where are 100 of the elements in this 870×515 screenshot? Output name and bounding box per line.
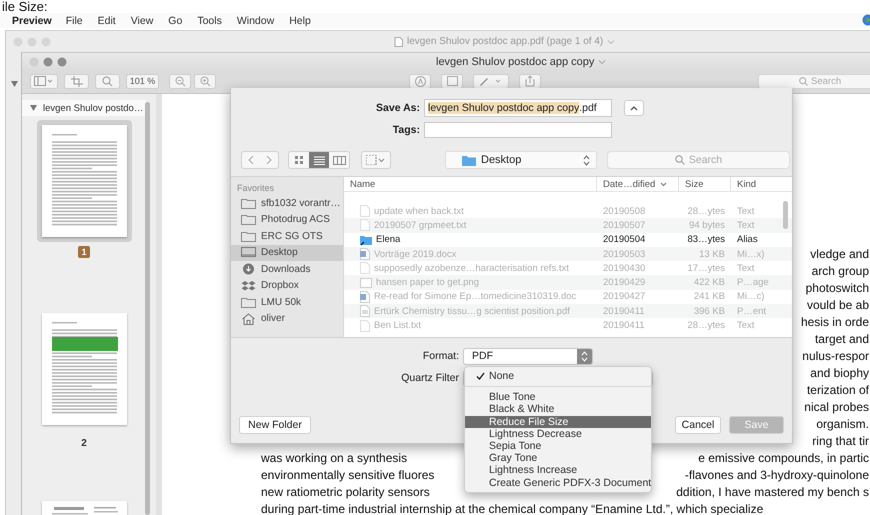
grid-icon [366,155,386,165]
document-text: hesis in orde [800,314,869,331]
share-button[interactable] [519,74,541,88]
menu-item[interactable]: Tools [197,14,222,26]
scrollbar[interactable] [783,201,788,229]
search-placeholder: Search [688,154,722,166]
favorite-item[interactable]: Dropbox [231,278,343,294]
file-date: 20190508 [602,206,646,217]
favorite-item[interactable]: Desktop [231,244,343,261]
zoom-out-button[interactable] [169,74,191,88]
markup-button[interactable] [409,74,431,88]
document-text: new ratiometric polarity sensors [261,484,430,501]
menu-item[interactable]: Window [236,14,274,26]
menu-item[interactable]: Edit [98,14,116,26]
list-view-button[interactable] [309,152,329,168]
format-popup[interactable]: PDF [463,348,593,364]
menu-item[interactable]: Reduce File Size [465,416,651,428]
document-text: terization of [806,382,869,399]
menu-item[interactable]: Lightness Decrease [465,428,651,440]
menu-item[interactable]: Go [168,14,182,26]
zoom-button[interactable] [95,74,120,88]
file-date: 20190411 [602,320,646,332]
column-header[interactable]: Date…dified [597,177,679,191]
zoom-in-button[interactable] [194,74,216,88]
scrollbar[interactable] [145,102,150,515]
sidebar-toggle-button[interactable] [30,74,58,88]
document-text: nulus-respor [802,348,869,365]
menu-item[interactable]: Create Generic PDFX-3 Document [465,476,651,489]
file-kind: P…ent [736,306,768,317]
view-mode-control[interactable] [288,151,350,169]
favorite-item[interactable]: Photodrug ACS [231,212,343,228]
markup-icon [414,76,426,86]
field-label: Tags: [392,124,420,136]
menu-item[interactable]: None [465,370,651,382]
folder-icon [241,198,256,209]
window-controls-icon[interactable] [29,57,69,67]
expand-button[interactable] [624,100,644,116]
file-kind: Text [736,220,756,231]
chevron-icon[interactable] [607,38,616,44]
filename-field[interactable]: levgen Shulov postdoc app copy.pdf [424,99,612,117]
menu-item[interactable]: Gray Tone [465,452,651,464]
rectangle-button[interactable] [441,74,463,88]
location-popup[interactable]: Desktop [445,151,597,169]
stepper-icon [581,350,588,362]
page-thumbnail[interactable] [36,120,132,242]
menu-item[interactable]: Lightness Increase [465,464,651,476]
document-text: e emissive compounds, in partic [698,450,869,467]
column-header[interactable]: Name [344,177,597,191]
file-icon [360,320,370,332]
file-kind: Text [736,320,756,332]
menu-item[interactable]: Black & White [465,403,651,416]
file-size: 28…ytes [686,320,726,332]
page-number: 1 [78,246,90,258]
dialog-button[interactable]: New Folder [239,416,311,434]
file-date: 20190411 [602,306,646,317]
folder-icon [360,234,372,246]
file-size: 396 KB [692,306,726,317]
download-icon [241,263,256,276]
file-size: 28…ytes [686,206,726,217]
field-label: Save As: [375,102,420,114]
column-header[interactable]: Kind [731,177,779,191]
menu-item[interactable]: Preview [12,14,52,26]
window-title: levgen Shulov postdoc app.pdf (page 1 of 4) [407,36,604,47]
disclosure-icon[interactable] [30,105,37,111]
disclosure-icon[interactable] [11,81,18,87]
chevron-icon[interactable] [598,59,606,65]
favorite-item[interactable]: Downloads [231,261,343,278]
column-header[interactable]: Size [679,177,731,191]
file-kind: Text [736,262,756,274]
dialog-button[interactable]: Cancel [675,416,721,434]
zoom-level[interactable]: 101 % [126,74,159,88]
file-kind: Alias [736,234,759,246]
file-date: 20190507 [602,220,646,231]
menu-item[interactable]: File [66,14,83,26]
navigation-buttons[interactable] [241,151,279,169]
file-kind: P…age [736,277,770,288]
columns-icon [332,156,346,164]
document-text: environmentally sensitive fluores [261,467,434,484]
caption-text: ile Size: [1,0,49,13]
file-size: 17…ytes [686,262,726,274]
favorite-item[interactable]: LMU 50k [231,294,343,310]
arrange-button[interactable] [361,151,391,169]
menu-item[interactable]: Sepia Tone [465,440,651,452]
menu-item[interactable]: View [130,14,154,26]
file-name: 20190507 grpmeet.txt [344,219,597,232]
document-icon [394,36,403,46]
stepper-icon [583,154,590,166]
document-text: ring that tir [812,433,869,450]
menu-item[interactable]: Blue Tone [465,391,651,404]
file-name[interactable]: Elena [344,234,597,246]
menu-item[interactable]: Help [289,14,311,26]
tags-field[interactable] [424,122,612,138]
document-text: vould be ab [806,297,869,314]
favorite-item[interactable]: sfb1032 vorantr… [231,195,343,212]
pen-button[interactable] [473,74,509,88]
favorite-item[interactable]: oliver [231,310,343,327]
crop-button[interactable] [64,74,89,88]
rectangle-icon [446,76,458,86]
favorite-item[interactable]: ERC SG OTS [231,228,343,244]
document-text: and biophy [810,365,869,382]
